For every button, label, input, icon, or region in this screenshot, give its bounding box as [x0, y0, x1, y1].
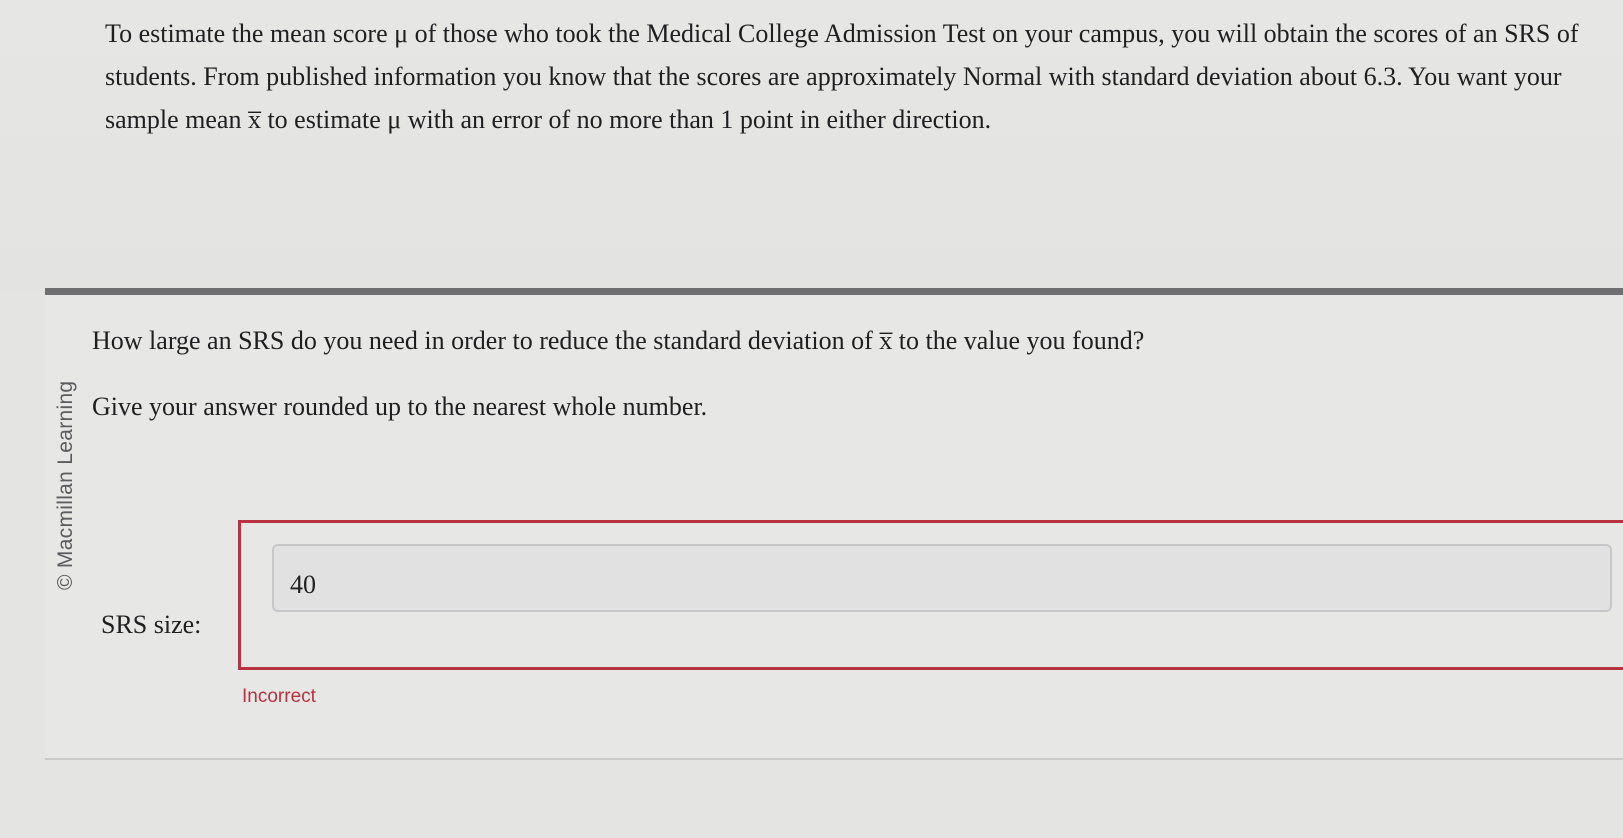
- section-divider: [45, 288, 1623, 295]
- srs-size-input[interactable]: [272, 544, 1612, 612]
- question-prompt: How large an SRS do you need in order to…: [92, 326, 1145, 355]
- problem-statement-text: To estimate the mean score μ of those wh…: [105, 19, 1579, 134]
- answer-instruction: Give your answer rounded up to the neare…: [92, 392, 708, 421]
- copyright-watermark: © Macmillan Learning: [54, 380, 77, 590]
- srs-size-label: SRS size:: [101, 610, 202, 639]
- incorrect-feedback: Incorrect: [242, 686, 316, 707]
